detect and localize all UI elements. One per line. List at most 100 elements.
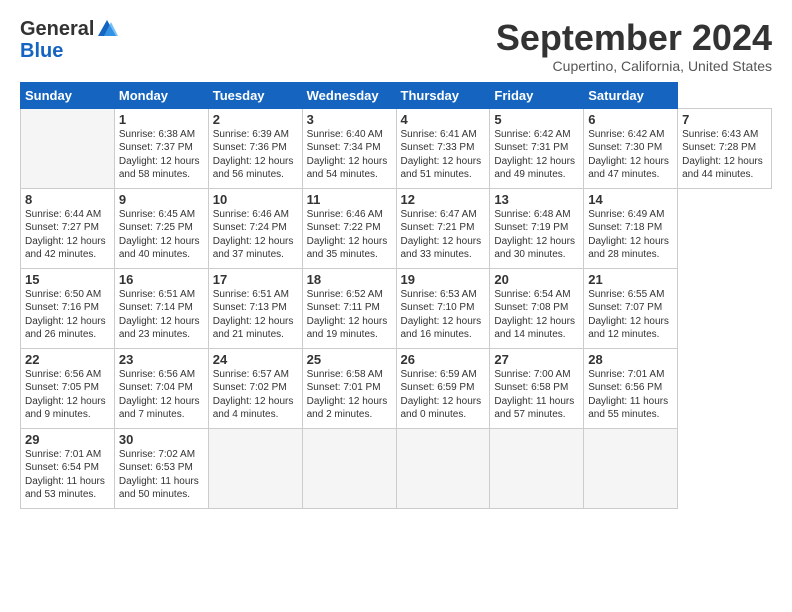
logo-general-text: General <box>20 18 94 40</box>
calendar-cell: 22Sunrise: 6:56 AMSunset: 7:05 PMDayligh… <box>21 348 115 428</box>
day-number: 16 <box>119 272 204 287</box>
calendar-table: SundayMondayTuesdayWednesdayThursdayFrid… <box>20 82 772 509</box>
calendar-cell: 30Sunrise: 7:02 AMSunset: 6:53 PMDayligh… <box>114 428 208 508</box>
day-number: 8 <box>25 192 110 207</box>
day-info: Sunrise: 6:51 AMSunset: 7:14 PMDaylight:… <box>119 288 204 342</box>
weekday-header-monday: Monday <box>114 82 208 108</box>
day-number: 1 <box>119 112 204 127</box>
calendar-cell: 10Sunrise: 6:46 AMSunset: 7:24 PMDayligh… <box>208 188 302 268</box>
day-number: 17 <box>213 272 298 287</box>
day-info: Sunrise: 7:01 AMSunset: 6:56 PMDaylight:… <box>588 368 673 422</box>
month-title: September 2024 <box>496 18 772 58</box>
calendar-cell: 27Sunrise: 7:00 AMSunset: 6:58 PMDayligh… <box>490 348 584 428</box>
day-number: 26 <box>401 352 486 367</box>
calendar-cell: 17Sunrise: 6:51 AMSunset: 7:13 PMDayligh… <box>208 268 302 348</box>
calendar-cell: 21Sunrise: 6:55 AMSunset: 7:07 PMDayligh… <box>584 268 678 348</box>
calendar-cell: 11Sunrise: 6:46 AMSunset: 7:22 PMDayligh… <box>302 188 396 268</box>
day-number: 24 <box>213 352 298 367</box>
day-info: Sunrise: 7:02 AMSunset: 6:53 PMDaylight:… <box>119 448 204 502</box>
day-info: Sunrise: 6:52 AMSunset: 7:11 PMDaylight:… <box>307 288 392 342</box>
day-number: 19 <box>401 272 486 287</box>
weekday-header-friday: Friday <box>490 82 584 108</box>
calendar-cell: 24Sunrise: 6:57 AMSunset: 7:02 PMDayligh… <box>208 348 302 428</box>
day-number: 15 <box>25 272 110 287</box>
day-info: Sunrise: 6:48 AMSunset: 7:19 PMDaylight:… <box>494 208 579 262</box>
logo: General Blue <box>20 18 118 62</box>
logo-icon <box>96 18 118 40</box>
weekday-header-tuesday: Tuesday <box>208 82 302 108</box>
day-number: 11 <box>307 192 392 207</box>
calendar-cell: 15Sunrise: 6:50 AMSunset: 7:16 PMDayligh… <box>21 268 115 348</box>
calendar-cell: 2Sunrise: 6:39 AMSunset: 7:36 PMDaylight… <box>208 108 302 188</box>
day-info: Sunrise: 6:58 AMSunset: 7:01 PMDaylight:… <box>307 368 392 422</box>
day-info: Sunrise: 6:51 AMSunset: 7:13 PMDaylight:… <box>213 288 298 342</box>
day-info: Sunrise: 6:40 AMSunset: 7:34 PMDaylight:… <box>307 128 392 182</box>
day-info: Sunrise: 7:01 AMSunset: 6:54 PMDaylight:… <box>25 448 110 502</box>
day-number: 25 <box>307 352 392 367</box>
calendar-week-4: 29Sunrise: 7:01 AMSunset: 6:54 PMDayligh… <box>21 428 772 508</box>
calendar-cell: 16Sunrise: 6:51 AMSunset: 7:14 PMDayligh… <box>114 268 208 348</box>
calendar-page: General Blue September 2024 Cupertino, C… <box>0 0 792 612</box>
calendar-cell: 12Sunrise: 6:47 AMSunset: 7:21 PMDayligh… <box>396 188 490 268</box>
day-info: Sunrise: 6:53 AMSunset: 7:10 PMDaylight:… <box>401 288 486 342</box>
calendar-cell: 19Sunrise: 6:53 AMSunset: 7:10 PMDayligh… <box>396 268 490 348</box>
logo-blue-text: Blue <box>20 40 118 62</box>
calendar-cell <box>490 428 584 508</box>
day-info: Sunrise: 6:38 AMSunset: 7:37 PMDaylight:… <box>119 128 204 182</box>
day-info: Sunrise: 6:55 AMSunset: 7:07 PMDaylight:… <box>588 288 673 342</box>
calendar-cell: 5Sunrise: 6:42 AMSunset: 7:31 PMDaylight… <box>490 108 584 188</box>
calendar-cell <box>21 108 115 188</box>
day-info: Sunrise: 6:54 AMSunset: 7:08 PMDaylight:… <box>494 288 579 342</box>
calendar-cell: 25Sunrise: 6:58 AMSunset: 7:01 PMDayligh… <box>302 348 396 428</box>
title-block: September 2024 Cupertino, California, Un… <box>496 18 772 74</box>
calendar-cell: 28Sunrise: 7:01 AMSunset: 6:56 PMDayligh… <box>584 348 678 428</box>
day-number: 5 <box>494 112 579 127</box>
day-number: 9 <box>119 192 204 207</box>
day-info: Sunrise: 6:43 AMSunset: 7:28 PMDaylight:… <box>682 128 767 182</box>
header: General Blue September 2024 Cupertino, C… <box>20 18 772 74</box>
day-info: Sunrise: 6:42 AMSunset: 7:31 PMDaylight:… <box>494 128 579 182</box>
calendar-cell: 18Sunrise: 6:52 AMSunset: 7:11 PMDayligh… <box>302 268 396 348</box>
calendar-cell: 1Sunrise: 6:38 AMSunset: 7:37 PMDaylight… <box>114 108 208 188</box>
day-info: Sunrise: 6:39 AMSunset: 7:36 PMDaylight:… <box>213 128 298 182</box>
day-info: Sunrise: 6:56 AMSunset: 7:04 PMDaylight:… <box>119 368 204 422</box>
day-number: 7 <box>682 112 767 127</box>
day-info: Sunrise: 6:49 AMSunset: 7:18 PMDaylight:… <box>588 208 673 262</box>
day-number: 10 <box>213 192 298 207</box>
day-number: 3 <box>307 112 392 127</box>
day-number: 28 <box>588 352 673 367</box>
day-info: Sunrise: 6:41 AMSunset: 7:33 PMDaylight:… <box>401 128 486 182</box>
calendar-week-2: 15Sunrise: 6:50 AMSunset: 7:16 PMDayligh… <box>21 268 772 348</box>
calendar-cell <box>302 428 396 508</box>
day-info: Sunrise: 6:44 AMSunset: 7:27 PMDaylight:… <box>25 208 110 262</box>
day-number: 4 <box>401 112 486 127</box>
calendar-cell: 6Sunrise: 6:42 AMSunset: 7:30 PMDaylight… <box>584 108 678 188</box>
calendar-cell <box>208 428 302 508</box>
day-number: 27 <box>494 352 579 367</box>
calendar-week-0: 1Sunrise: 6:38 AMSunset: 7:37 PMDaylight… <box>21 108 772 188</box>
day-info: Sunrise: 6:57 AMSunset: 7:02 PMDaylight:… <box>213 368 298 422</box>
location: Cupertino, California, United States <box>496 58 772 74</box>
day-number: 23 <box>119 352 204 367</box>
day-number: 18 <box>307 272 392 287</box>
weekday-header-saturday: Saturday <box>584 82 678 108</box>
calendar-cell: 26Sunrise: 6:59 AMSunset: 6:59 PMDayligh… <box>396 348 490 428</box>
day-number: 22 <box>25 352 110 367</box>
day-info: Sunrise: 6:42 AMSunset: 7:30 PMDaylight:… <box>588 128 673 182</box>
calendar-cell: 3Sunrise: 6:40 AMSunset: 7:34 PMDaylight… <box>302 108 396 188</box>
calendar-cell <box>396 428 490 508</box>
weekday-header-wednesday: Wednesday <box>302 82 396 108</box>
calendar-cell <box>584 428 678 508</box>
day-info: Sunrise: 6:45 AMSunset: 7:25 PMDaylight:… <box>119 208 204 262</box>
day-info: Sunrise: 6:47 AMSunset: 7:21 PMDaylight:… <box>401 208 486 262</box>
weekday-header-row: SundayMondayTuesdayWednesdayThursdayFrid… <box>21 82 772 108</box>
day-number: 2 <box>213 112 298 127</box>
day-number: 21 <box>588 272 673 287</box>
calendar-cell: 20Sunrise: 6:54 AMSunset: 7:08 PMDayligh… <box>490 268 584 348</box>
day-number: 20 <box>494 272 579 287</box>
day-info: Sunrise: 6:56 AMSunset: 7:05 PMDaylight:… <box>25 368 110 422</box>
day-number: 6 <box>588 112 673 127</box>
day-number: 30 <box>119 432 204 447</box>
day-number: 12 <box>401 192 486 207</box>
calendar-cell: 8Sunrise: 6:44 AMSunset: 7:27 PMDaylight… <box>21 188 115 268</box>
